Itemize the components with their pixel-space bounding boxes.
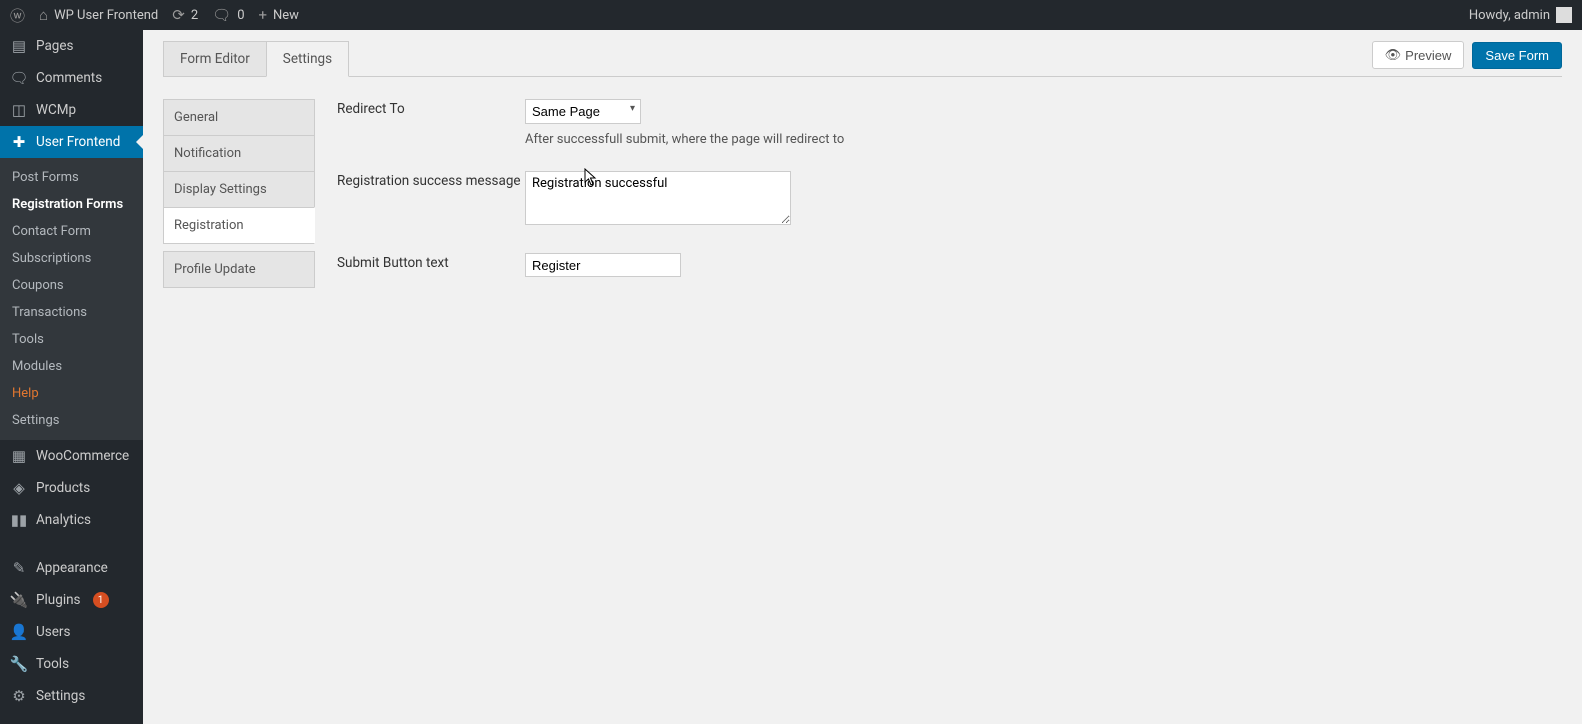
- woocommerce-icon: ▦: [10, 447, 28, 465]
- sidebar-item-analytics[interactable]: ▮▮ Analytics: [0, 504, 143, 536]
- greeting-text: Howdy, admin: [1469, 8, 1550, 23]
- settings-vertical-tabs: General Notification Display Settings Re…: [163, 99, 315, 301]
- sidebar-item-comments[interactable]: 🗨 Comments: [0, 62, 143, 94]
- sidebar-item-appearance[interactable]: ✎ Appearance: [0, 552, 143, 584]
- sidebar-item-label: Appearance: [36, 560, 108, 576]
- main-content: Form Editor Settings 👁Preview Save Form …: [143, 30, 1582, 724]
- submenu-modules[interactable]: Modules: [0, 353, 143, 380]
- redirect-to-help: After successfull submit, where the page…: [525, 132, 1562, 147]
- sidebar-item-settings[interactable]: ⚙ Settings: [0, 680, 143, 712]
- save-form-button[interactable]: Save Form: [1472, 42, 1562, 69]
- site-name: WP User Frontend: [54, 8, 158, 23]
- pages-icon: ▤: [10, 37, 28, 55]
- vtab-profile-update[interactable]: Profile Update: [163, 251, 315, 288]
- vtab-registration[interactable]: Registration: [163, 207, 315, 244]
- submenu-post-forms[interactable]: Post Forms: [0, 164, 143, 191]
- comment-icon: 🗨: [212, 6, 231, 24]
- products-icon: ◈: [10, 479, 28, 497]
- submenu-registration-forms[interactable]: Registration Forms: [0, 191, 143, 218]
- registration-settings-form: Redirect To Same Page After successfull …: [337, 99, 1562, 301]
- users-icon: 👤: [10, 623, 28, 641]
- sidebar-item-label: Users: [36, 624, 70, 640]
- tab-settings[interactable]: Settings: [266, 41, 349, 77]
- submenu-contact-form[interactable]: Contact Form: [0, 218, 143, 245]
- sidebar-item-label: WCMp: [36, 102, 76, 118]
- vtab-general[interactable]: General: [163, 99, 315, 136]
- avatar: [1556, 7, 1572, 23]
- submit-button-text-label: Submit Button text: [337, 253, 525, 271]
- submenu-settings[interactable]: Settings: [0, 407, 143, 434]
- updates-link[interactable]: ⟳2: [172, 6, 198, 24]
- sidebar-item-label: Analytics: [36, 512, 91, 528]
- admin-bar: ⓦ ⌂WP User Frontend ⟳2 🗨0 +New Howdy, ad…: [0, 0, 1582, 30]
- sidebar-item-label: Pages: [36, 38, 74, 54]
- new-label: New: [273, 8, 299, 23]
- wp-logo[interactable]: ⓦ: [10, 5, 25, 26]
- plugins-icon: 🔌: [10, 591, 28, 609]
- redirect-to-select[interactable]: Same Page: [525, 99, 641, 124]
- sidebar-submenu: Post Forms Registration Forms Contact Fo…: [0, 158, 143, 440]
- sidebar-item-label: Products: [36, 480, 90, 496]
- sidebar-item-wcmp[interactable]: ◫ WCMp: [0, 94, 143, 126]
- sidebar-item-label: WooCommerce: [36, 448, 129, 464]
- success-message-label: Registration success message: [337, 171, 525, 189]
- eye-icon: 👁: [1385, 47, 1402, 63]
- settings-icon: ⚙: [10, 687, 28, 705]
- sidebar-item-products[interactable]: ◈ Products: [0, 472, 143, 504]
- preview-label: Preview: [1405, 48, 1451, 63]
- submenu-subscriptions[interactable]: Subscriptions: [0, 245, 143, 272]
- plus-icon: +: [259, 6, 268, 24]
- sidebar-item-pages[interactable]: ▤ Pages: [0, 30, 143, 62]
- wordpress-icon: ⓦ: [10, 5, 25, 26]
- site-name-link[interactable]: ⌂ WP User Frontend: [39, 6, 158, 24]
- appearance-icon: ✎: [10, 559, 28, 577]
- sidebar-item-woocommerce[interactable]: ▦ WooCommerce: [0, 440, 143, 472]
- sidebar-item-label: Settings: [36, 688, 85, 704]
- plugins-badge: 1: [93, 592, 109, 608]
- analytics-icon: ▮▮: [10, 511, 28, 529]
- redirect-to-label: Redirect To: [337, 99, 525, 117]
- comments-link[interactable]: 🗨0: [212, 6, 244, 24]
- tools-icon: 🔧: [10, 655, 28, 673]
- wcmp-icon: ◫: [10, 101, 28, 119]
- sidebar-item-label: Comments: [36, 70, 102, 86]
- top-tabs: Form Editor Settings 👁Preview Save Form: [163, 40, 1562, 77]
- updates-count: 2: [191, 8, 198, 23]
- vtab-notification[interactable]: Notification: [163, 135, 315, 172]
- refresh-icon: ⟳: [172, 6, 185, 24]
- admin-sidebar: ▤ Pages 🗨 Comments ◫ WCMp ✚ User Frontend Po…: [0, 30, 143, 724]
- submit-button-text-input[interactable]: [525, 253, 681, 277]
- submenu-transactions[interactable]: Transactions: [0, 299, 143, 326]
- user-greeting[interactable]: Howdy, admin: [1469, 7, 1572, 23]
- submenu-help[interactable]: Help: [0, 380, 143, 407]
- sidebar-item-label: Plugins: [36, 592, 81, 608]
- submenu-tools[interactable]: Tools: [0, 326, 143, 353]
- sidebar-item-user-frontend[interactable]: ✚ User Frontend: [0, 126, 143, 158]
- success-message-textarea[interactable]: Registration successful: [525, 171, 791, 225]
- sidebar-item-users[interactable]: 👤 Users: [0, 616, 143, 648]
- home-icon: ⌂: [39, 6, 48, 24]
- sidebar-item-tools[interactable]: 🔧 Tools: [0, 648, 143, 680]
- comments-count: 0: [237, 8, 244, 23]
- user-frontend-icon: ✚: [10, 133, 28, 151]
- new-link[interactable]: + New: [259, 6, 299, 24]
- vtab-display-settings[interactable]: Display Settings: [163, 171, 315, 208]
- comments-icon: 🗨: [10, 69, 28, 87]
- preview-button[interactable]: 👁Preview: [1372, 41, 1465, 69]
- submenu-coupons[interactable]: Coupons: [0, 272, 143, 299]
- tab-form-editor[interactable]: Form Editor: [163, 41, 267, 76]
- sidebar-item-label: Tools: [36, 656, 69, 672]
- sidebar-item-plugins[interactable]: 🔌 Plugins 1: [0, 584, 143, 616]
- sidebar-item-label: User Frontend: [36, 134, 120, 150]
